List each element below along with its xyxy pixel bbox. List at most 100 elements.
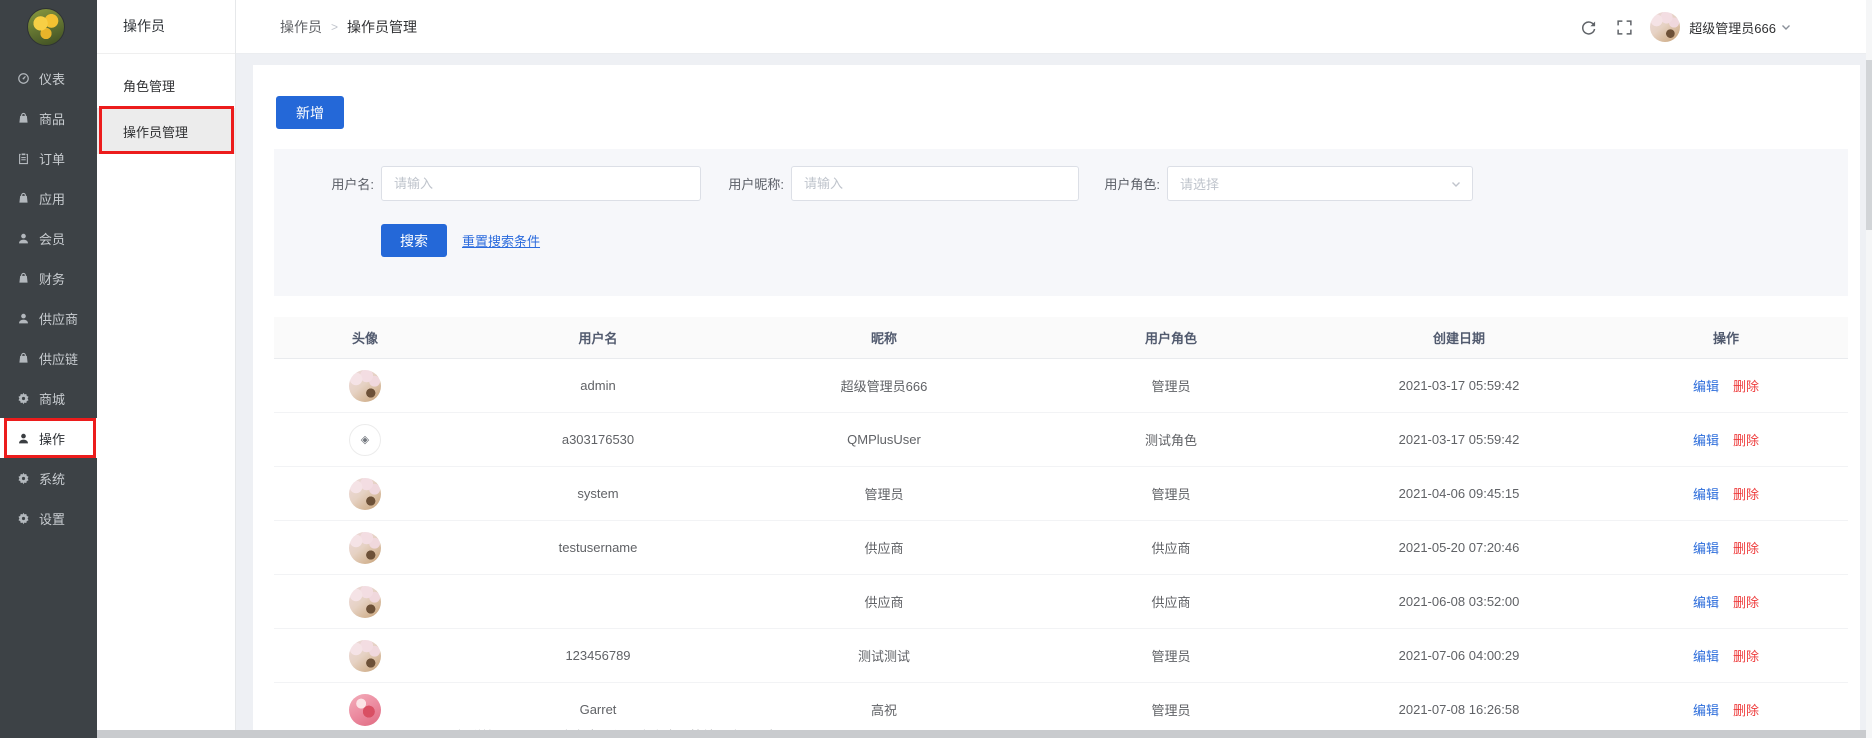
dog-avatar: [349, 370, 381, 402]
bag-icon: [17, 112, 30, 125]
gear-icon: [17, 512, 30, 525]
sidebar-item-settings[interactable]: 设置: [0, 498, 97, 538]
operators-table: 头像用户名昵称用户角色创建日期操作 admin超级管理员666管理员2021-0…: [274, 317, 1848, 737]
sidebar-item-apps[interactable]: 应用: [0, 178, 97, 218]
role-select[interactable]: 请选择: [1167, 166, 1473, 201]
chevron-down-icon: [1450, 178, 1462, 190]
sidebar-item-goods[interactable]: 商品: [0, 98, 97, 138]
table-row: system管理员管理员2021-04-06 09:45:15编辑删除: [274, 467, 1848, 521]
table-row: 123456789测试测试管理员2021-07-06 04:00:29编辑删除: [274, 629, 1848, 683]
topbar: 操作员 > 操作员管理 超级管理员666: [236, 0, 1872, 54]
edit-link[interactable]: 编辑: [1693, 595, 1719, 610]
role-cell: 测试角色: [1028, 430, 1314, 449]
sidebar-item-suppliers[interactable]: 供应商: [0, 298, 97, 338]
search-field-role: 用户角色: 请选择: [1090, 166, 1473, 201]
submenu-item-role-management[interactable]: 角色管理: [97, 62, 235, 108]
sidebar-item-supply-chain[interactable]: 供应链: [0, 338, 97, 378]
edit-link[interactable]: 编辑: [1693, 541, 1719, 556]
created-cell: 2021-07-06 04:00:29: [1314, 648, 1604, 663]
actions-cell: 编辑删除: [1604, 646, 1848, 665]
avatar-cell: [274, 640, 456, 672]
vertical-scrollbar-thumb[interactable]: [1866, 60, 1872, 230]
nickname-cell: 供应商: [740, 538, 1028, 557]
horizontal-scrollbar[interactable]: [97, 730, 1872, 738]
delete-link[interactable]: 删除: [1733, 541, 1759, 556]
breadcrumb-item: 操作员管理: [347, 17, 417, 37]
sidebar-item-finance[interactable]: 财务: [0, 258, 97, 298]
bag-icon: [17, 352, 30, 365]
refresh-icon[interactable]: [1580, 19, 1597, 36]
actions-cell: 编辑删除: [1604, 700, 1848, 719]
edit-link[interactable]: 编辑: [1693, 703, 1719, 718]
nickname-cell: 测试测试: [740, 646, 1028, 665]
sidebar-item-orders[interactable]: 订单: [0, 138, 97, 178]
created-cell: 2021-07-08 16:26:58: [1314, 702, 1604, 717]
submenu-item-operator-management[interactable]: 操作员管理: [97, 108, 235, 154]
bag-icon: [17, 272, 30, 285]
fullscreen-icon[interactable]: [1616, 19, 1633, 36]
delete-link[interactable]: 删除: [1733, 595, 1759, 610]
sidebar-item-label: 商城: [39, 389, 65, 408]
vertical-scrollbar[interactable]: [1866, 0, 1872, 738]
sidebar-item-members[interactable]: 会员: [0, 218, 97, 258]
sidebar-item-dashboard[interactable]: 仪表: [0, 58, 97, 98]
username-cell: 123456789: [456, 648, 740, 663]
sidebar-item-mall[interactable]: 商城: [0, 378, 97, 418]
role-cell: 管理员: [1028, 376, 1314, 395]
sidebar-item-label: 供应链: [39, 349, 78, 368]
username-cell: Garret: [456, 702, 740, 717]
created-cell: 2021-06-08 03:52:00: [1314, 594, 1604, 609]
actions-cell: 编辑删除: [1604, 376, 1848, 395]
reset-search-link[interactable]: 重置搜索条件: [462, 224, 540, 257]
search-field-username: 用户名:: [300, 166, 701, 201]
field-label: 用户角色:: [1090, 174, 1160, 193]
table-body: admin超级管理员666管理员2021-03-17 05:59:42编辑删除 ◈…: [274, 359, 1848, 737]
avatar-cell: [274, 370, 456, 402]
column-header: 头像: [274, 328, 456, 347]
delete-link[interactable]: 删除: [1733, 433, 1759, 448]
edit-link[interactable]: 编辑: [1693, 649, 1719, 664]
avatar-cell: ◈: [274, 424, 456, 456]
logo-avatar: ◈: [349, 424, 381, 456]
search-button[interactable]: 搜索: [381, 224, 447, 257]
column-header: 用户名: [456, 328, 740, 347]
table-row: admin超级管理员666管理员2021-03-17 05:59:42编辑删除: [274, 359, 1848, 413]
sidebar-item-label: 财务: [39, 269, 65, 288]
sidebar-item-label: 设置: [39, 509, 65, 528]
delete-link[interactable]: 删除: [1733, 379, 1759, 394]
column-header: 操作: [1604, 328, 1848, 347]
sidebar-item-system[interactable]: 系统: [0, 458, 97, 498]
sidebar: 仪表商品订单应用会员财务供应商供应链商城操作系统设置: [0, 0, 97, 738]
dog-avatar: [349, 478, 381, 510]
delete-link[interactable]: 删除: [1733, 649, 1759, 664]
sidebar-item-label: 供应商: [39, 309, 78, 328]
delete-link[interactable]: 删除: [1733, 703, 1759, 718]
username-input[interactable]: [381, 166, 701, 201]
user-menu[interactable]: 超级管理员666: [1650, 12, 1792, 42]
sidebar-item-label: 仪表: [39, 69, 65, 88]
chevron-down-icon: [1780, 21, 1792, 33]
add-button[interactable]: 新增: [276, 96, 344, 129]
edit-link[interactable]: 编辑: [1693, 487, 1719, 502]
nickname-cell: QMPlusUser: [740, 432, 1028, 447]
nickname-cell: 高祝: [740, 700, 1028, 719]
sidebar-item-label: 会员: [39, 229, 65, 248]
user-icon: [17, 312, 30, 325]
flower-avatar: [349, 694, 381, 726]
user-name: 超级管理员666: [1689, 18, 1776, 37]
created-cell: 2021-04-06 09:45:15: [1314, 486, 1604, 501]
edit-link[interactable]: 编辑: [1693, 433, 1719, 448]
actions-cell: 编辑删除: [1604, 430, 1848, 449]
sidebar-item-operations[interactable]: 操作: [0, 418, 97, 458]
edit-link[interactable]: 编辑: [1693, 379, 1719, 394]
breadcrumb: 操作员 > 操作员管理: [280, 0, 417, 54]
gear-icon: [17, 472, 30, 485]
nickname-input[interactable]: [791, 166, 1079, 201]
breadcrumb-separator: >: [331, 20, 338, 34]
sidebar-item-label: 商品: [39, 109, 65, 128]
workspace-avatar[interactable]: [27, 8, 65, 46]
gear-icon: [17, 392, 30, 405]
breadcrumb-item[interactable]: 操作员: [280, 17, 322, 37]
user-icon: [17, 232, 30, 245]
delete-link[interactable]: 删除: [1733, 487, 1759, 502]
